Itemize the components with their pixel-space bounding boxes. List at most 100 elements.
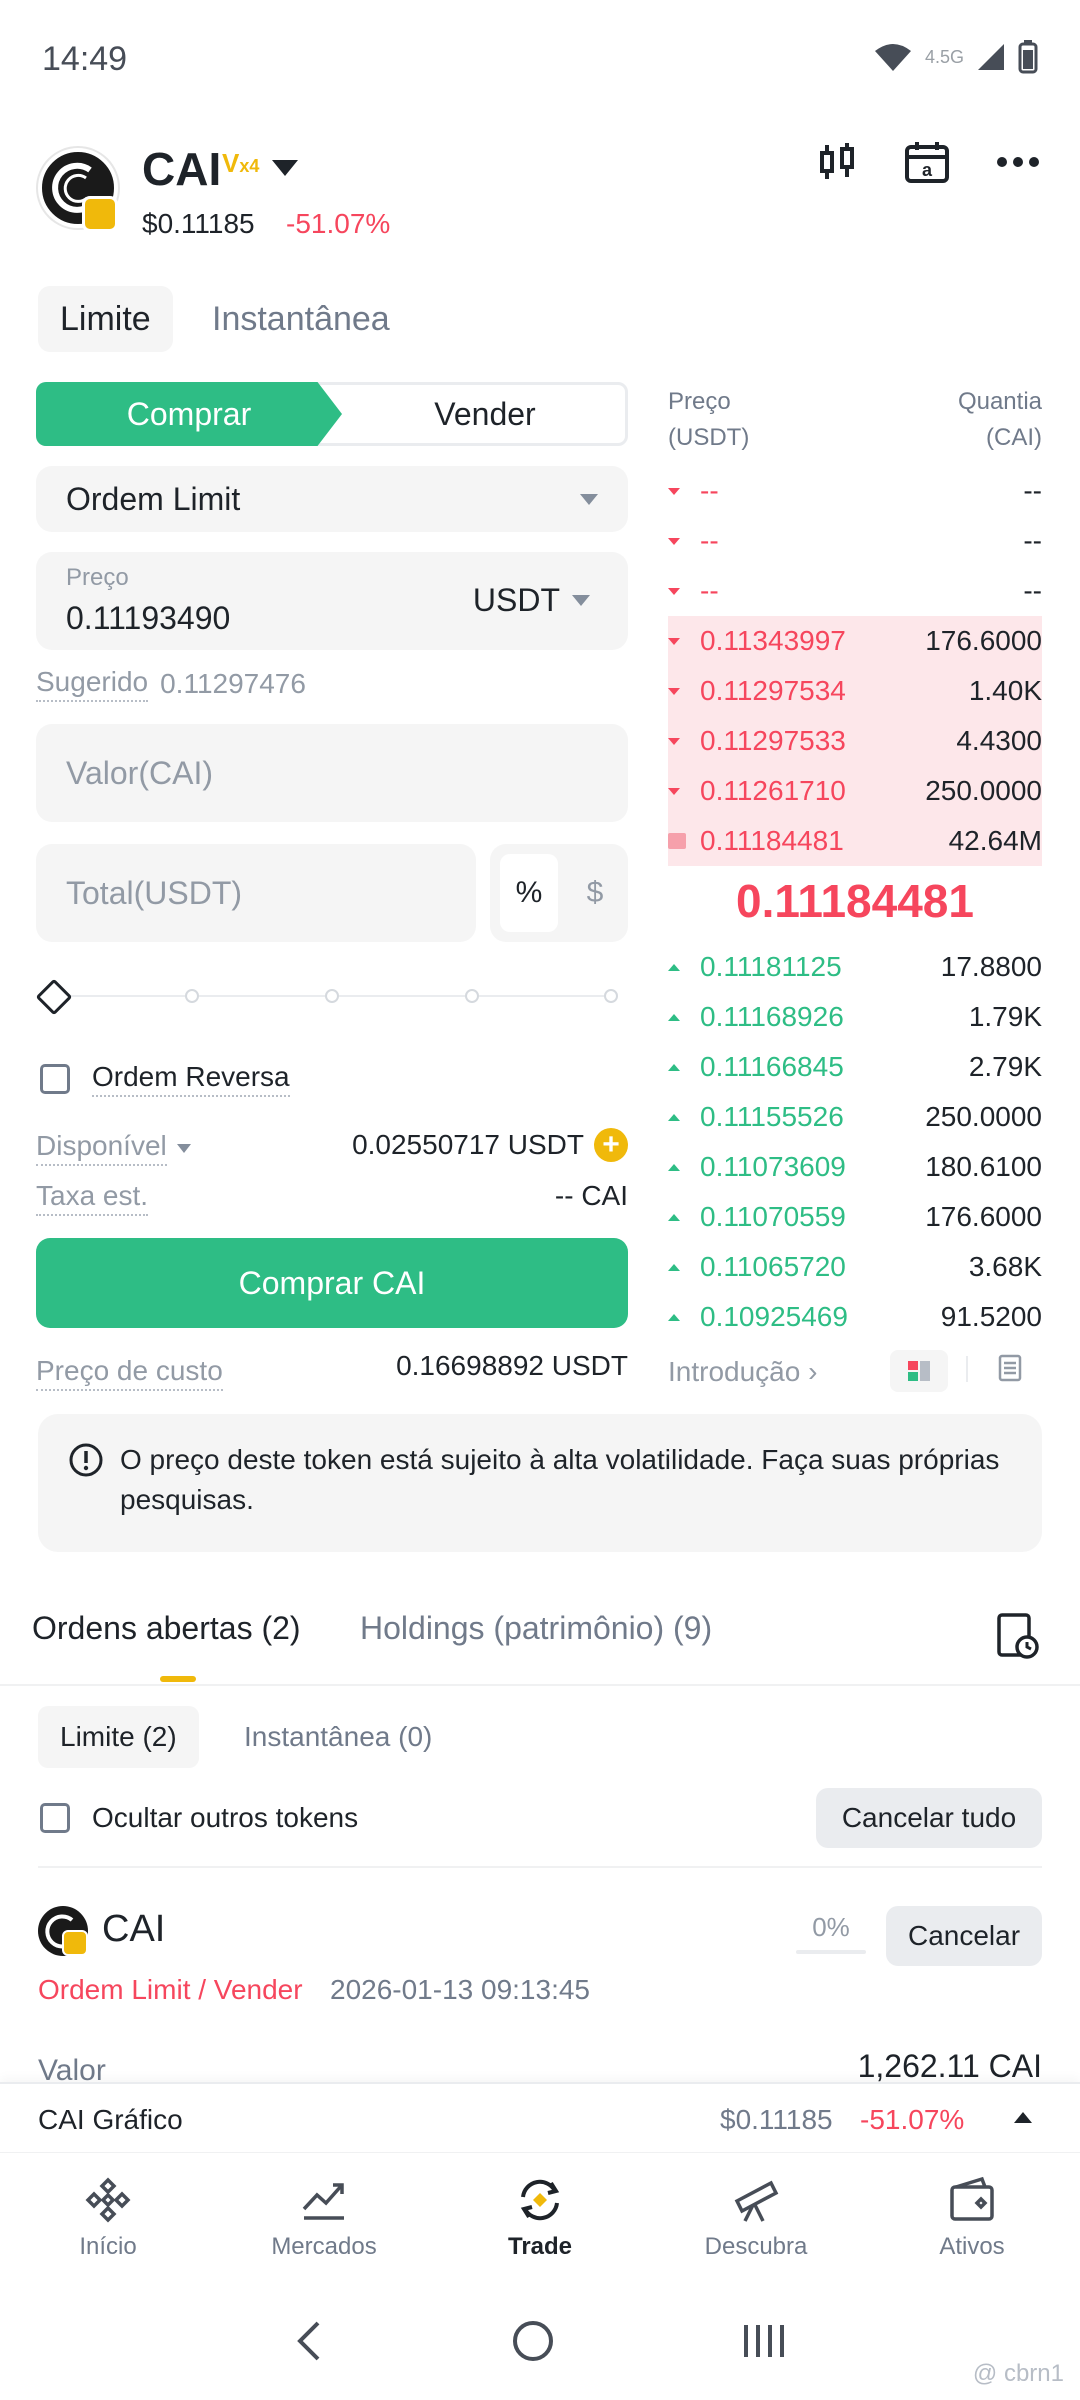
sell-side-button[interactable]: Vender <box>342 382 628 446</box>
price-input[interactable]: Preço 0.11193490 USDT <box>36 552 628 650</box>
buy-cai-button[interactable]: Comprar CAI <box>36 1238 628 1328</box>
ask-row[interactable]: 0.11343997 176.6000 <box>668 616 1042 666</box>
recents-icon[interactable] <box>742 2321 786 2361</box>
divider <box>0 1684 1080 1686</box>
chevron-down-icon[interactable] <box>272 160 298 176</box>
fee-label[interactable]: Taxa est. <box>36 1180 149 1216</box>
down-arrow-icon <box>668 737 680 745</box>
order-history-icon[interactable] <box>996 1612 1040 1665</box>
slider-step-50[interactable] <box>325 989 339 1003</box>
bid-row[interactable]: 0.11065720 3.68K <box>668 1242 1042 1292</box>
slider-step-25[interactable] <box>185 989 199 1003</box>
reverse-order-label: Ordem Reversa <box>92 1061 290 1097</box>
price-value[interactable]: 0.11193490 <box>66 600 230 637</box>
chevron-up-icon[interactable] <box>1014 2112 1032 2123</box>
up-arrow-icon <box>668 1163 680 1171</box>
ask-row[interactable]: -- -- <box>668 516 1042 566</box>
slider-step-100[interactable] <box>604 989 618 1003</box>
orderbook-list-icon[interactable] <box>998 1354 1022 1387</box>
chevron-down-icon <box>176 1143 191 1153</box>
signal-icon <box>978 44 1004 70</box>
ask-row[interactable]: 0.11297533 4.4300 <box>668 716 1042 766</box>
ask-row[interactable]: -- -- <box>668 466 1042 516</box>
chain-badge-icon <box>62 1930 88 1956</box>
svg-text:a: a <box>922 160 933 180</box>
suggested-price[interactable]: Sugerido 0.11297476 <box>36 666 306 702</box>
watermark: @ cbrn1 <box>972 2360 1064 2387</box>
hide-others-checkbox[interactable] <box>40 1803 70 1833</box>
battery-icon <box>1018 40 1038 74</box>
percent-toggle[interactable]: % <box>500 854 558 932</box>
chart-strip-label: CAI Gráfico <box>38 2104 183 2135</box>
available-label-group[interactable]: Disponível <box>36 1130 191 1166</box>
markets-chart-icon <box>302 2183 344 2220</box>
info-icon <box>69 1443 103 1477</box>
down-arrow-icon <box>668 537 680 545</box>
tab-open-orders[interactable]: Ordens abertas (2) <box>32 1610 301 1647</box>
currency-label: USDT <box>472 582 560 618</box>
subtab-limit[interactable]: Limite (2) <box>38 1706 199 1768</box>
buy-side-button[interactable]: Comprar <box>36 382 342 446</box>
ask-row[interactable]: 0.11184481 42.64M <box>668 816 1042 866</box>
own-order-icon <box>668 833 686 849</box>
currency-select[interactable]: USDT <box>473 582 590 619</box>
bid-row[interactable]: 0.11155526 250.0000 <box>668 1092 1042 1142</box>
calendar-icon[interactable]: a <box>904 140 950 184</box>
order-type-select[interactable]: Ordem Limit <box>36 466 628 532</box>
chart-strip[interactable]: CAI Gráfico $0.11185 -51.07% <box>0 2082 1080 2152</box>
up-arrow-icon <box>668 1213 680 1221</box>
reverse-order-checkbox[interactable] <box>40 1064 70 1094</box>
nav-assets[interactable]: Ativos <box>864 2153 1080 2282</box>
ask-row[interactable]: 0.11261710 250.0000 <box>668 766 1042 816</box>
tab-holdings[interactable]: Holdings (patrimônio) (9) <box>360 1610 712 1647</box>
suggested-label: Sugerido <box>36 666 149 702</box>
nav-trade[interactable]: Trade <box>432 2153 648 2282</box>
bid-row[interactable]: 0.10925469 91.5200 <box>668 1292 1042 1342</box>
last-price[interactable]: 0.11184481 <box>668 874 1042 928</box>
orderbook-qty-header: Quantia (CAI) <box>957 388 1042 451</box>
chevron-down-icon <box>580 493 598 505</box>
add-funds-icon[interactable]: + <box>594 1128 628 1162</box>
dollar-toggle[interactable]: $ <box>572 854 618 932</box>
cost-price-label[interactable]: Preço de custo <box>36 1355 223 1391</box>
more-icon[interactable] <box>996 156 1040 168</box>
home-circle-icon[interactable] <box>511 2319 555 2363</box>
token-symbol[interactable]: CAI <box>142 142 221 196</box>
subtab-instant[interactable]: Instantânea (0) <box>222 1706 454 1768</box>
fee-value: -- CAI <box>554 1180 628 1211</box>
bid-row[interactable]: 0.11166845 2.79K <box>668 1042 1042 1092</box>
available-label: Disponível <box>36 1130 167 1166</box>
bid-row[interactable]: 0.11168926 1.79K <box>668 992 1042 1042</box>
ask-row[interactable]: -- -- <box>668 566 1042 616</box>
tab-instant[interactable]: Instantânea <box>190 286 412 352</box>
chevron-down-icon <box>572 595 590 606</box>
bid-row[interactable]: 0.11073609 180.6100 <box>668 1142 1042 1192</box>
slider-handle[interactable] <box>35 978 73 1016</box>
trade-swap-icon <box>520 2179 560 2221</box>
reverse-order-option[interactable]: Ordem Reversa <box>40 1061 290 1097</box>
ask-row[interactable]: 0.11297534 1.40K <box>668 666 1042 716</box>
nav-discover[interactable]: Descubra <box>648 2153 864 2282</box>
hide-others-option[interactable]: Ocultar outros tokens <box>40 1802 358 1834</box>
bid-row[interactable]: 0.11070559 176.6000 <box>668 1192 1042 1242</box>
order-type: Ordem Limit / Vender <box>38 1974 303 2005</box>
intro-link[interactable]: Introdução › <box>668 1356 817 1388</box>
slider-step-75[interactable] <box>465 989 479 1003</box>
suggested-value[interactable]: 0.11297476 <box>160 668 306 700</box>
cancel-all-button[interactable]: Cancelar tudo <box>816 1788 1042 1848</box>
back-icon[interactable] <box>294 2319 324 2363</box>
nav-markets[interactable]: Mercados <box>216 2153 432 2282</box>
order-date: 2026-01-13 09:13:45 <box>330 1974 590 2005</box>
cancel-order-button[interactable]: Cancelar <box>886 1906 1042 1966</box>
up-arrow-icon <box>668 1063 680 1071</box>
total-input[interactable]: Total(USDT) <box>36 844 476 942</box>
token-price: $0.11185 <box>142 208 255 239</box>
telescope-icon <box>734 2180 779 2222</box>
tab-limit[interactable]: Limite <box>38 286 173 352</box>
candlestick-icon[interactable] <box>816 141 858 183</box>
bid-row[interactable]: 0.11181125 17.8800 <box>668 942 1042 992</box>
amount-input[interactable]: Valor(CAI) <box>36 724 628 822</box>
orderbook-both-icon[interactable] <box>890 1350 948 1392</box>
up-arrow-icon <box>668 963 680 971</box>
nav-home[interactable]: Início <box>0 2153 216 2282</box>
